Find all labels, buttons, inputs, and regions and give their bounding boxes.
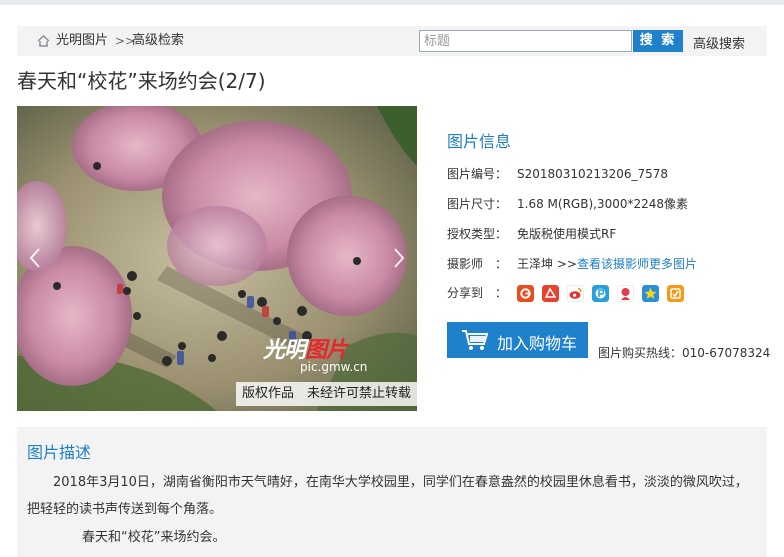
description-text: 2018年3月10日，湖南省衡阳市天气晴好，在南华大学校园里，同学们在春意盎然的… xyxy=(27,475,748,517)
info-label: 授权类型： xyxy=(447,227,508,241)
add-to-cart-label: 加入购物车 xyxy=(497,334,578,353)
google-share-icon[interactable] xyxy=(517,285,534,302)
description-caption: 春天和“校花”来场约会。 xyxy=(82,530,226,545)
nav-bar: 光明图片 >> 高级检索 搜 索 高级搜索 xyxy=(17,26,767,56)
weibo-share-icon[interactable] xyxy=(567,285,584,302)
info-value: 1.68 M(RGB),3000*2248像素 xyxy=(517,197,689,211)
copyright-notice: 版权作品 未经许可禁止转载 xyxy=(236,382,417,406)
info-row-id: 图片编号： S20180310213206_7578 xyxy=(447,166,668,182)
info-label: 图片编号： xyxy=(447,167,508,181)
page-title: 春天和“校花”来场约会(2/7) xyxy=(17,69,266,93)
description-heading: 图片描述 xyxy=(27,443,92,462)
info-value: S20180310213206_7578 xyxy=(517,167,669,181)
watermark-site: pic.gmw.cn xyxy=(300,360,368,374)
purchase-hotline: 图片购买热线：010-67078324 xyxy=(598,346,771,360)
search-input[interactable] xyxy=(419,30,632,52)
main-photo: 光明图片 pic.gmw.cn 版权作品 未经许可禁止转载 xyxy=(17,106,417,411)
info-heading: 图片信息 xyxy=(447,132,512,151)
photographer-more-link[interactable]: 查看该摄影师更多图片 xyxy=(577,257,697,271)
advanced-search-link[interactable]: 高级搜索 xyxy=(693,33,745,52)
info-label: 图片尺寸： xyxy=(447,197,508,211)
info-row-size: 图片尺寸： 1.68 M(RGB),3000*2248像素 xyxy=(447,196,688,212)
next-photo-arrow[interactable] xyxy=(391,246,407,270)
renren-share-icon[interactable] xyxy=(617,285,634,302)
breadcrumb-advanced-link[interactable]: 高级检索 xyxy=(132,33,184,49)
info-value: 免版税使用模式RF xyxy=(517,227,617,241)
description-section: 图片描述 2018年3月10日，湖南省衡阳市天气晴好，在南华大学校园里，同学们在… xyxy=(17,427,767,557)
home-icon xyxy=(37,35,50,47)
photographer-name: 王泽坤 >> xyxy=(517,257,577,271)
prev-photo-arrow[interactable] xyxy=(27,246,43,270)
top-strip xyxy=(0,0,784,5)
watermark-logo-white: 光明 xyxy=(263,338,306,363)
p-share-icon[interactable] xyxy=(592,285,609,302)
info-row-share: 分享到 ： xyxy=(447,285,684,302)
social-share-icon[interactable] xyxy=(542,285,559,302)
info-label: 摄影师 ： xyxy=(447,257,508,271)
share-icons xyxy=(517,285,684,302)
info-label: 分享到 ： xyxy=(447,286,508,300)
search-button[interactable]: 搜 索 xyxy=(633,30,683,52)
cart-icon xyxy=(462,330,489,350)
info-row-photographer: 摄影师 ： 王泽坤 >>查看该摄影师更多图片 xyxy=(447,256,697,272)
star-share-icon[interactable] xyxy=(642,285,659,302)
add-to-cart-button[interactable]: 加入购物车 xyxy=(447,322,588,358)
info-row-license: 授权类型： 免版税使用模式RF xyxy=(447,226,616,242)
breadcrumb-home-link[interactable]: 光明图片 xyxy=(56,33,108,49)
qzone-share-icon[interactable] xyxy=(667,285,684,302)
photo-watermark: 光明图片 pic.gmw.cn xyxy=(263,332,367,374)
